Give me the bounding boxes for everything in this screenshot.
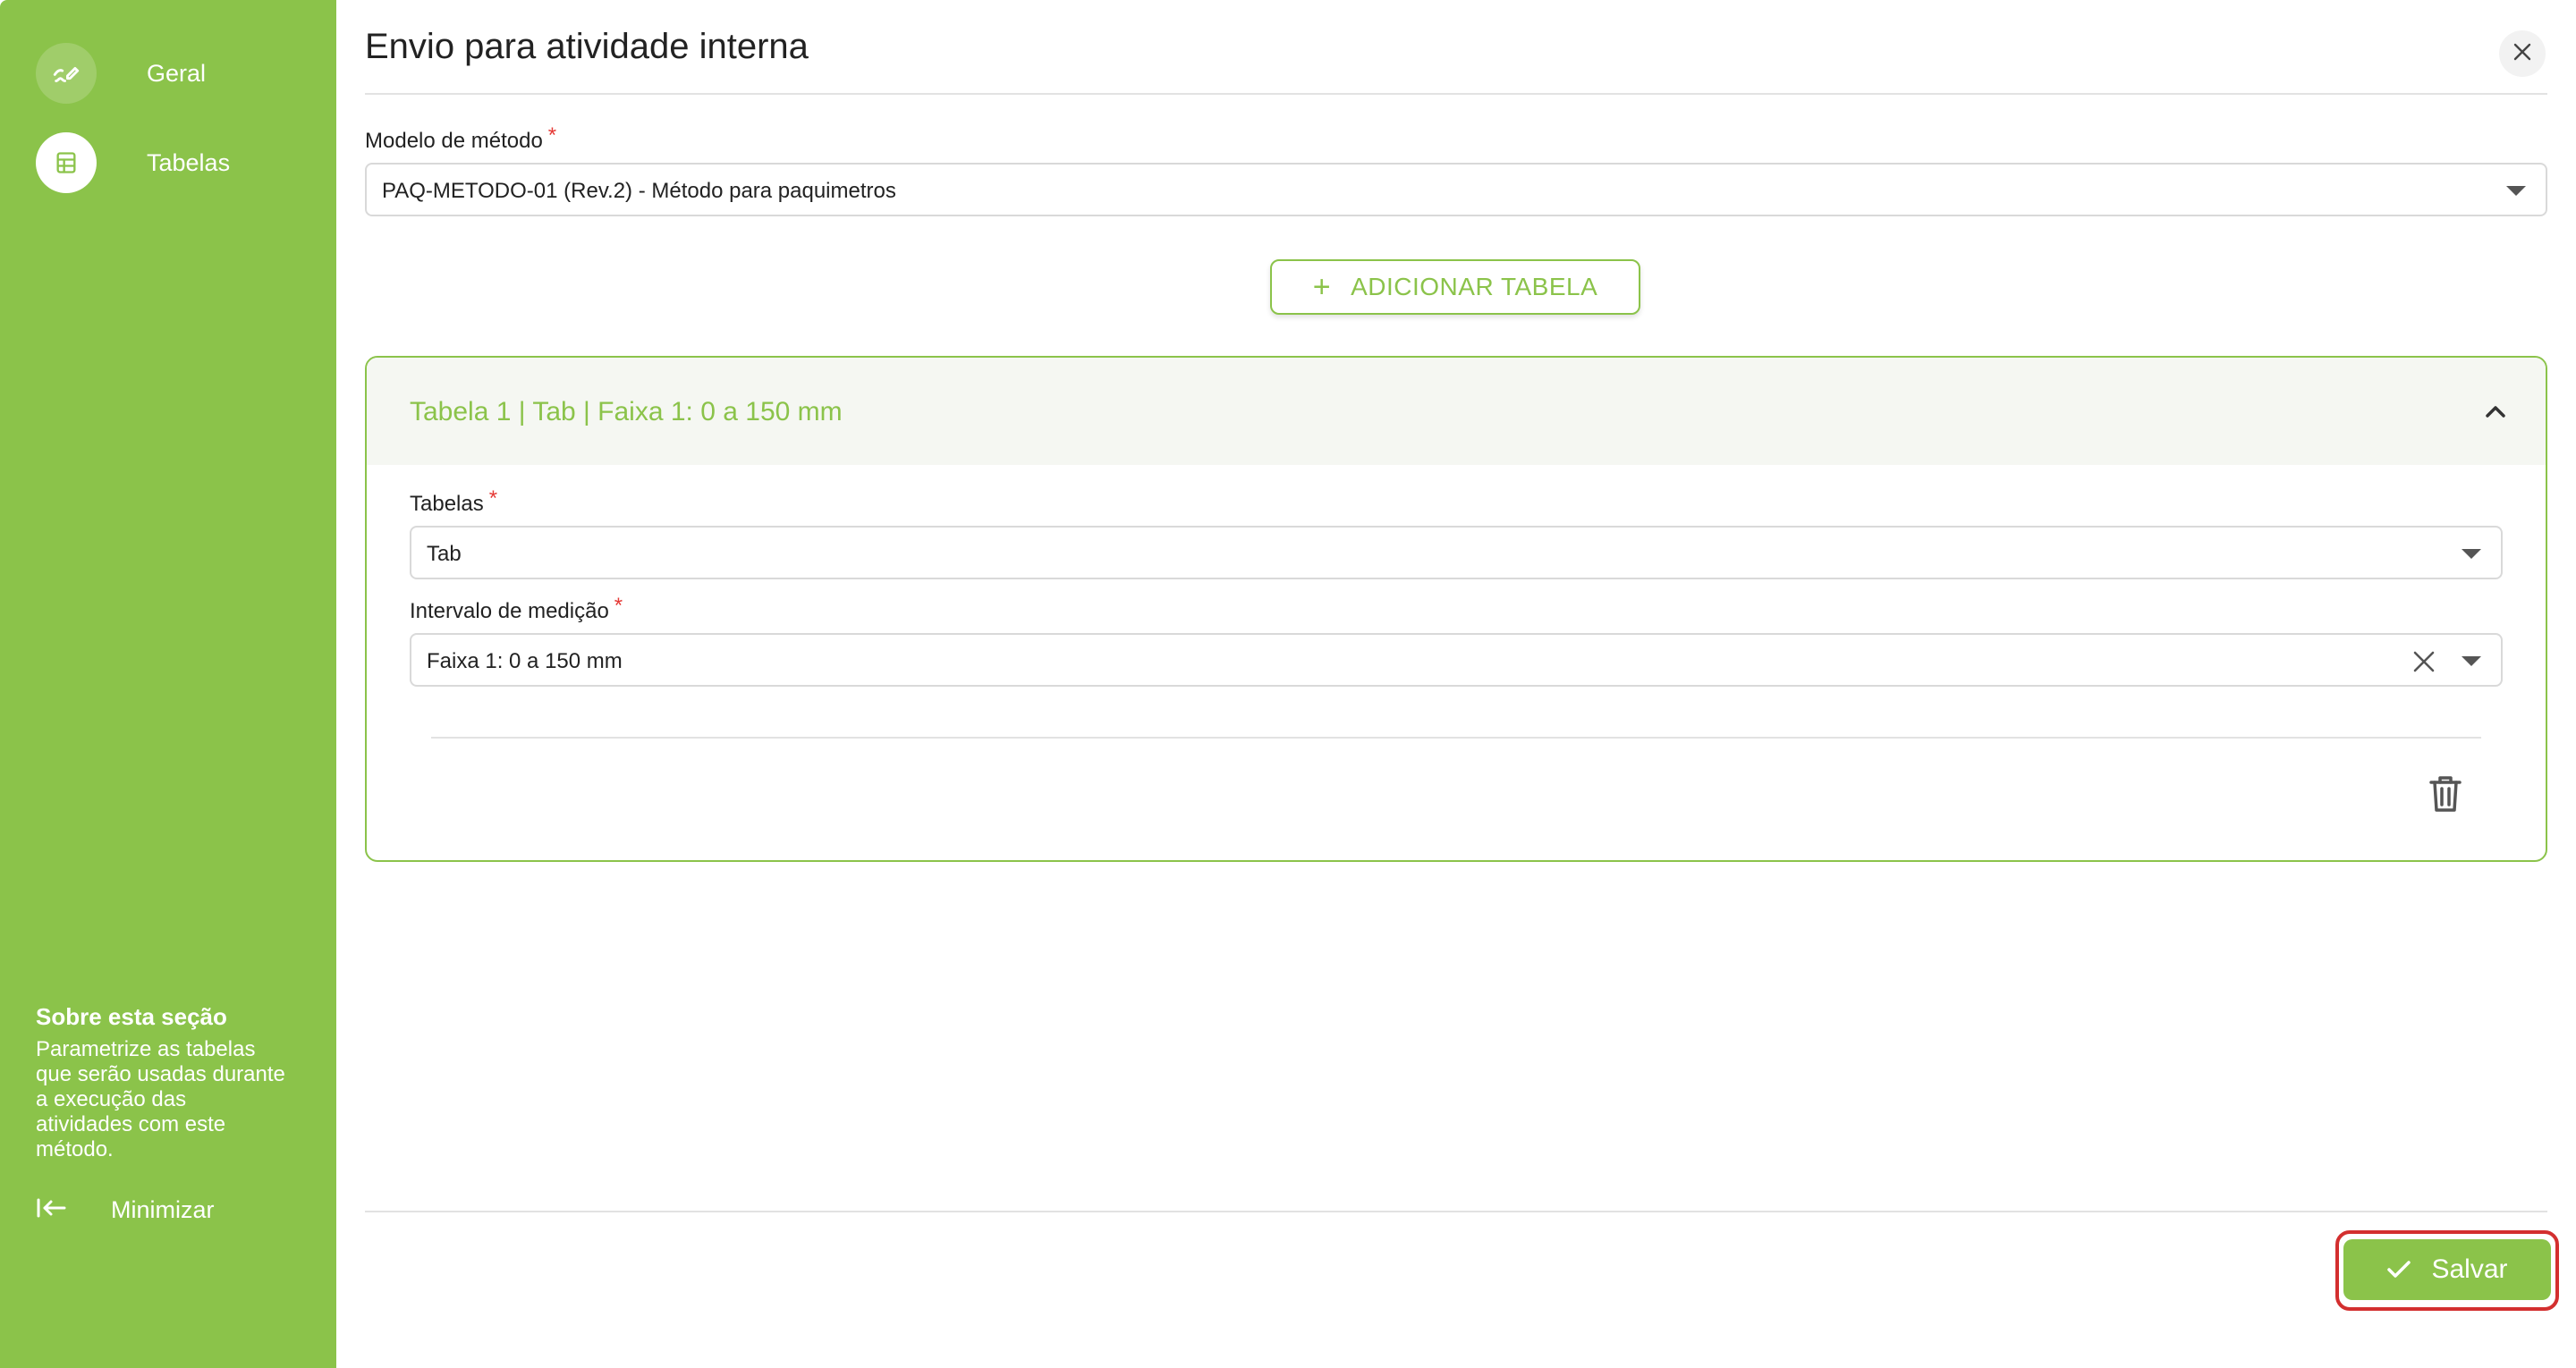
plus-icon: + [1312,270,1332,304]
interval-label: Intervalo de medição * [410,594,623,624]
save-label: Salvar [2431,1254,2508,1284]
method-model-label-text: Modelo de método [365,129,543,153]
interval-select[interactable]: Faixa 1: 0 a 150 mm [410,633,2503,687]
table-panel-header[interactable]: Tabela 1 | Tab | Faixa 1: 0 a 150 mm [367,358,2546,465]
required-mark: * [547,123,557,148]
method-model-select[interactable]: PAQ-METODO-01 (Rev.2) - Método para paqu… [365,163,2547,216]
table-panel: Tabela 1 | Tab | Faixa 1: 0 a 150 mm [365,356,2547,862]
minimize-label: Minimizar [111,1195,215,1223]
tables-label: Tabelas * [410,486,497,517]
method-model-value: PAQ-METODO-01 (Rev.2) - Método para paqu… [382,179,896,203]
edit-pen-icon [36,43,97,104]
add-table-label: ADICIONAR TABELA [1351,273,1598,300]
tables-value: Tab [427,542,462,566]
required-mark: * [614,594,623,618]
interval-value: Faixa 1: 0 a 150 mm [427,649,623,673]
method-model-label: Modelo de método * [365,123,556,154]
required-mark: * [488,486,498,511]
page-title: Envio para atividade interna [365,27,809,66]
interval-label-text: Intervalo de medição [410,599,609,623]
minimize-button[interactable]: Minimizar [36,1192,215,1228]
sidebar-item-tabelas[interactable]: Tabelas [36,132,230,193]
close-button[interactable] [2499,30,2546,77]
about-section-title: Sobre esta seção [36,1003,227,1030]
table-icon [36,132,97,193]
panel-divider [431,737,2481,739]
close-icon [2512,42,2532,66]
table-panel-title: Tabela 1 | Tab | Faixa 1: 0 a 150 mm [410,397,843,426]
checkmark-icon [2387,1261,2411,1278]
sidebar-item-label: Geral [147,59,207,87]
add-table-button[interactable]: + ADICIONAR TABELA [1270,259,1640,315]
sidebar-item-label: Tabelas [147,148,231,176]
delete-table-icon[interactable] [2428,774,2463,814]
clear-icon[interactable] [2411,649,2436,674]
chevron-down-icon [2462,549,2481,559]
sidebar: Geral Tabelas Sobre esta seção Parametri… [0,0,336,1368]
chevron-up-icon[interactable] [2481,397,2510,426]
save-button[interactable]: Salvar [2343,1239,2551,1300]
chevron-down-icon [2462,656,2481,666]
collapse-left-icon [36,1197,66,1223]
chevron-down-icon [2506,186,2526,196]
tables-select[interactable]: Tab [410,526,2503,579]
footer-divider [365,1211,2547,1212]
header-divider [365,93,2547,95]
tables-label-text: Tabelas [410,492,484,516]
sidebar-item-geral[interactable]: Geral [36,43,206,104]
about-section-text: Parametrize as tabelas que serão usadas … [36,1037,285,1161]
